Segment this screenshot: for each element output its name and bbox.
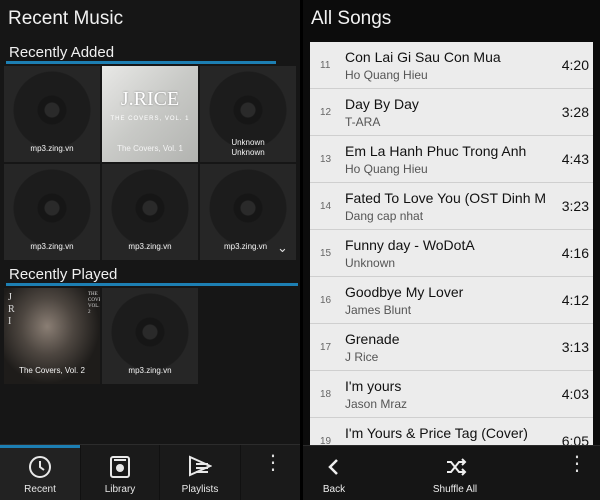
song-duration: 3:13	[561, 339, 589, 355]
album-label: The Covers, Vol. 1	[117, 144, 183, 153]
recent-music-screen: Recent Music Recently Added mp3.zing.vn …	[0, 0, 300, 500]
tab-library[interactable]: Library	[81, 445, 159, 500]
song-title: Grenade	[345, 331, 400, 347]
album-label: mp3.zing.vn	[30, 242, 74, 251]
album-art-title: J.RICE	[120, 88, 180, 110]
disc-placeholder-icon	[12, 70, 92, 150]
song-title: I'm Yours & Price Tag (Cover)	[345, 425, 528, 441]
shuffle-all-button[interactable]: Shuffle All	[415, 446, 495, 500]
song-duration: 4:12	[561, 292, 589, 308]
song-row[interactable]: 15 Funny day - WoDotA Unknown 4:16	[310, 230, 593, 277]
song-row[interactable]: 18 I'm yours Jason Mraz 4:03	[310, 371, 593, 418]
album-art-side-text: THE COVERS VOL. 2	[88, 292, 100, 315]
song-number: 12	[320, 107, 332, 118]
song-number: 15	[320, 248, 332, 259]
song-number: 11	[320, 60, 331, 71]
song-number: 16	[320, 295, 332, 306]
playlist-icon	[189, 455, 212, 477]
disc-placeholder-icon	[208, 168, 288, 248]
song-artist: T-ARA	[345, 115, 381, 129]
song-title: I'm yours	[345, 378, 402, 394]
song-artist: Dang cap nhat	[345, 209, 424, 223]
song-duration: 4:16	[561, 245, 589, 261]
song-title: Day By Day	[345, 96, 419, 112]
shuffle-label: Shuffle All	[432, 484, 478, 495]
song-number: 13	[320, 154, 332, 165]
tab-label: Library	[104, 484, 136, 495]
back-label: Back	[322, 484, 346, 495]
song-list: 11 Con Lai Gi Sau Con Mua Ho Quang Hieu 4:2…	[310, 42, 593, 445]
song-artist: Jason Mraz	[345, 397, 408, 411]
tab-label: Recent	[24, 484, 56, 495]
song-row[interactable]: 13 Em La Hanh Phuc Trong Anh Ho Quang Hieu…	[310, 136, 593, 183]
page-title: All Songs	[311, 8, 392, 29]
song-number: 17	[320, 342, 332, 353]
tab-separator	[240, 445, 241, 500]
song-artist: Ho Quang Hieu	[345, 68, 428, 82]
song-number: 14	[320, 201, 332, 212]
section-title-recently-played: Recently Played	[9, 266, 118, 283]
album-label: mp3.zing.vn	[128, 366, 172, 375]
shuffle-icon	[447, 458, 467, 476]
more-options-icon[interactable]: ⋮	[567, 454, 587, 474]
song-row[interactable]: 12 Day By Day T-ARA 3:28	[310, 89, 593, 136]
song-artist: Ho Quang Hieu	[345, 162, 428, 176]
song-duration: 3:28	[561, 104, 589, 120]
album-tile[interactable]: mp3.zing.vn	[4, 66, 100, 162]
song-row[interactable]: 19 I'm Yours & Price Tag (Cover) 6:05	[310, 418, 593, 445]
album-art-subtitle: THE COVERS, VOL. 1	[110, 116, 190, 122]
action-bar: Back Shuffle All ⋮	[303, 445, 600, 500]
song-title: Fated To Love You (OST Dinh Menh)	[345, 190, 545, 206]
album-label: mp3.zing.vn	[128, 242, 172, 251]
album-label: mp3.zing.vn	[30, 144, 74, 153]
song-duration: 3:23	[561, 198, 589, 214]
album-tile[interactable]: mp3.zing.vn	[102, 164, 198, 260]
song-row[interactable]: 14 Fated To Love You (OST Dinh Menh) Dang …	[310, 183, 593, 230]
chevron-down-icon[interactable]: ⌄	[277, 240, 288, 256]
song-number: 18	[320, 389, 332, 400]
song-row[interactable]: 17 Grenade J Rice 3:13	[310, 324, 593, 371]
back-button[interactable]: Back	[303, 446, 365, 500]
song-duration: 4:20	[561, 57, 589, 73]
page-title: Recent Music	[8, 8, 124, 29]
disc-placeholder-icon	[12, 168, 92, 248]
song-artist: James Blunt	[345, 303, 412, 317]
song-title: Funny day - WoDotA	[345, 237, 475, 253]
song-number: 19	[320, 436, 332, 445]
song-row[interactable]: 11 Con Lai Gi Sau Con Mua Ho Quang Hieu 4:2…	[310, 42, 593, 89]
all-songs-screen: All Songs 11 Con Lai Gi Sau Con Mua Ho Qua…	[303, 0, 600, 500]
album-tile[interactable]: mp3.zing.vn	[4, 164, 100, 260]
album-label: The Covers, Vol. 2	[19, 366, 85, 375]
song-title: Con Lai Gi Sau Con Mua	[345, 49, 501, 65]
section-divider	[6, 61, 276, 64]
album-tile[interactable]: Unknown Unknown	[200, 66, 296, 162]
song-title: Em La Hanh Phuc Trong Anh	[345, 143, 527, 159]
album-tile[interactable]: J R I THE COVERS VOL. 2 The Covers, Vol.…	[4, 288, 100, 384]
song-artist: J Rice	[345, 350, 379, 364]
song-duration: 4:03	[561, 386, 589, 402]
tab-recent[interactable]: Recent	[0, 445, 80, 500]
disc-placeholder-icon	[110, 168, 190, 248]
song-artist: Unknown	[345, 256, 396, 270]
song-duration: 4:43	[561, 151, 589, 167]
song-row[interactable]: 16 Goodbye My Lover James Blunt 4:12	[310, 277, 593, 324]
album-tile[interactable]: J.RICE THE COVERS, VOL. 1 The Covers, Vo…	[102, 66, 198, 162]
album-tile[interactable]: mp3.zing.vn	[102, 288, 198, 384]
chevron-left-icon	[328, 459, 338, 475]
tab-label: Playlists	[181, 484, 219, 495]
clock-icon	[29, 456, 51, 478]
tab-playlists[interactable]: Playlists	[160, 445, 240, 500]
song-duration: 6:05	[561, 433, 589, 445]
album-art-side-text: J R I	[8, 292, 15, 327]
section-title-recently-added: Recently Added	[9, 44, 115, 61]
more-options-icon[interactable]: ⋮	[263, 453, 283, 473]
song-title: Goodbye My Lover	[345, 284, 464, 300]
bottom-tab-bar: Recent Library Playlists ⋮	[0, 444, 300, 500]
library-icon	[110, 456, 130, 478]
section-divider	[6, 283, 298, 286]
disc-placeholder-icon	[110, 292, 190, 372]
album-label: Unknown Unknown	[231, 138, 265, 157]
